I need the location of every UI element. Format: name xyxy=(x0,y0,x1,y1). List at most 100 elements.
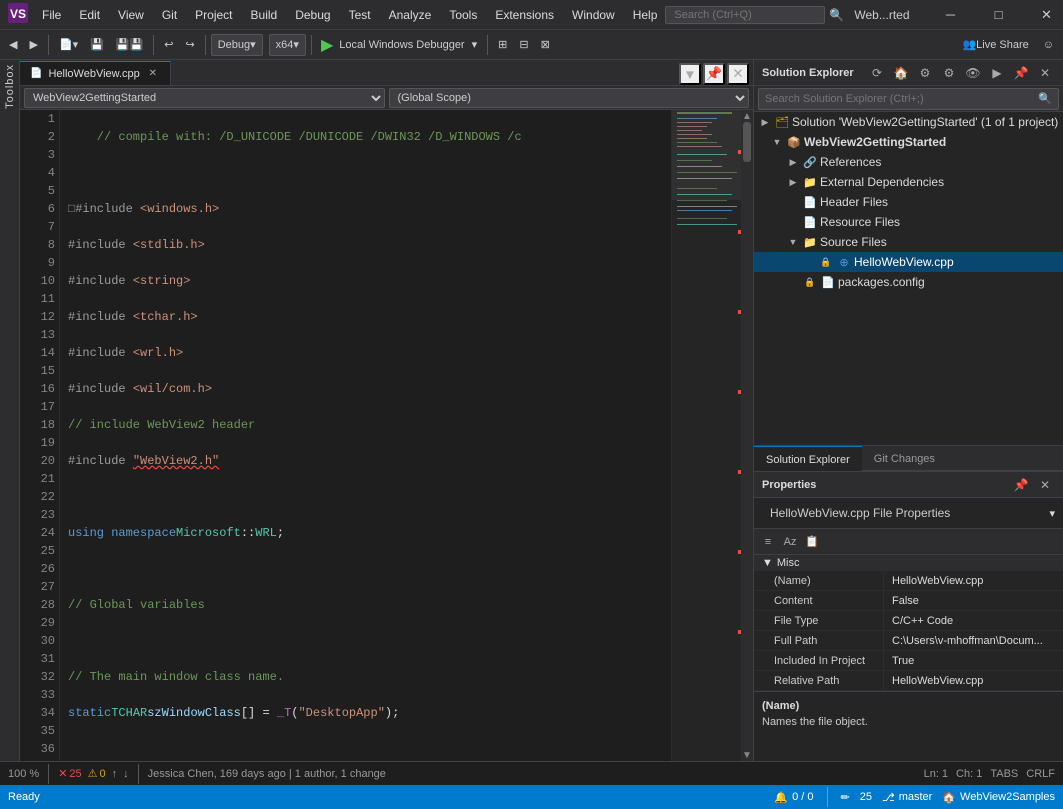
status-bar: Ready 🔔 0 / 0 ✏ 25 ⎇ master 🏠 WebView2Sa… xyxy=(0,785,1063,809)
tab-git-changes[interactable]: Git Changes xyxy=(862,446,947,472)
error-badge-status[interactable]: 25 xyxy=(860,791,872,803)
misc-label: Misc xyxy=(777,557,800,569)
scroll-thumb[interactable] xyxy=(743,122,751,162)
se-sync-button[interactable]: ⟳ xyxy=(867,63,887,83)
tree-arrow-source: ▼ xyxy=(786,235,800,249)
properties-panel: Properties 📌 ✕ HelloWebView.cpp File Pro… xyxy=(754,471,1063,761)
toolbox-panel[interactable]: Toolbox xyxy=(0,60,20,761)
warning-count[interactable]: ⚠ 0 xyxy=(88,767,106,780)
tab-pin-button[interactable]: 📌 xyxy=(703,63,725,85)
save-all-button[interactable]: 💾💾 xyxy=(111,33,148,57)
global-search-input[interactable] xyxy=(665,6,825,24)
menu-extensions[interactable]: Extensions xyxy=(487,6,562,24)
source-files-icon: 📁 xyxy=(802,234,818,250)
tab-solution-explorer[interactable]: Solution Explorer xyxy=(754,446,862,472)
live-share-button[interactable]: 👥 Live Share xyxy=(955,35,1035,54)
prop-close-button[interactable]: ✕ xyxy=(1035,475,1055,495)
menu-git[interactable]: Git xyxy=(154,6,185,24)
feedback-button[interactable]: ☺ xyxy=(1038,33,1059,57)
error-count[interactable]: ✕ 25 xyxy=(58,767,81,780)
maximize-button[interactable]: □ xyxy=(976,4,1022,26)
nav-up-btn[interactable]: ↑ xyxy=(112,768,118,780)
tree-packages-config[interactable]: 🔒 📄 packages.config xyxy=(754,272,1063,292)
solution-search-input[interactable] xyxy=(765,93,1034,105)
file-scope-dropdown[interactable]: WebView2GettingStarted xyxy=(24,88,385,108)
save-button[interactable]: 💾 xyxy=(85,33,109,57)
tree-header-files[interactable]: 📄 Header Files xyxy=(754,192,1063,212)
menu-build[interactable]: Build xyxy=(243,6,286,24)
indent-type[interactable]: TABS xyxy=(990,768,1018,780)
menu-debug[interactable]: Debug xyxy=(287,6,338,24)
nav-down-btn[interactable]: ↓ xyxy=(123,768,129,780)
project-name[interactable]: 🏠 WebView2Samples xyxy=(942,791,1055,804)
menu-help[interactable]: Help xyxy=(625,6,666,24)
vertical-scrollbar[interactable]: ▲ ▼ xyxy=(741,110,753,761)
se-settings-button[interactable]: ⚙ xyxy=(939,63,959,83)
prop-alpha-button[interactable]: Az xyxy=(780,532,800,552)
forward-button[interactable]: ▶ xyxy=(24,33,42,57)
se-filter-button[interactable]: ⚙ xyxy=(915,63,935,83)
tree-external-deps[interactable]: ▶ 📁 External Dependencies xyxy=(754,172,1063,192)
tab-close-button[interactable]: ✕ xyxy=(146,67,160,81)
redo-button[interactable]: ↪ xyxy=(180,33,199,57)
run-dropdown-button[interactable]: ▾ xyxy=(467,33,483,57)
prop-pages-button[interactable]: 📋 xyxy=(802,532,822,552)
menu-view[interactable]: View xyxy=(110,6,152,24)
menu-analyze[interactable]: Analyze xyxy=(381,6,440,24)
pin-button[interactable]: 📌 xyxy=(1011,63,1031,83)
minimize-button[interactable]: ─ xyxy=(928,4,974,26)
close-button[interactable]: ✕ xyxy=(1024,4,1063,26)
warning-icon: ⚠ xyxy=(88,767,98,780)
debug-control-1[interactable]: ⊞ xyxy=(493,33,512,57)
references-label: References xyxy=(820,155,881,169)
prop-val-filetype: C/C++ Code xyxy=(884,611,1063,630)
undo-button[interactable]: ↩ xyxy=(159,33,178,57)
editor-tab-hellowebview[interactable]: 📄 HelloWebView.cpp ✕ xyxy=(20,61,171,85)
scroll-up-button[interactable]: ▲ xyxy=(741,110,753,122)
platform-dropdown[interactable]: x64 ▾ xyxy=(269,34,306,56)
prop-categories-button[interactable]: ≡ xyxy=(758,532,778,552)
solution-tree[interactable]: ▶ 🗂 Solution 'WebView2GettingStarted' (1… xyxy=(754,112,1063,445)
member-scope-dropdown[interactable]: (Global Scope) xyxy=(389,88,750,108)
debug-config-dropdown[interactable]: Debug ▾ xyxy=(211,34,263,56)
se-view-button[interactable]: 👁 xyxy=(963,63,983,83)
run-label: Local Windows Debugger xyxy=(339,39,464,51)
menu-test[interactable]: Test xyxy=(341,6,379,24)
scroll-down-button[interactable]: ▼ xyxy=(741,749,753,761)
tab-list-button[interactable]: ▼ xyxy=(679,63,701,85)
line-ending[interactable]: CRLF xyxy=(1026,768,1055,780)
menu-window[interactable]: Window xyxy=(564,6,623,24)
scroll-track[interactable] xyxy=(741,122,753,749)
tree-solution[interactable]: ▶ 🗂 Solution 'WebView2GettingStarted' (1… xyxy=(754,112,1063,132)
se-menu-button[interactable]: ▶ xyxy=(987,63,1007,83)
back-button[interactable]: ◀ xyxy=(4,33,22,57)
menu-file[interactable]: File xyxy=(34,6,69,24)
debug-control-2[interactable]: ⊟ xyxy=(514,33,533,57)
project-label: WebView2GettingStarted xyxy=(804,135,946,149)
tree-resource-files[interactable]: 📄 Resource Files xyxy=(754,212,1063,232)
tree-source-files[interactable]: ▼ 📁 Source Files xyxy=(754,232,1063,252)
new-file-button[interactable]: 📄▾ xyxy=(54,33,83,57)
menu-tools[interactable]: Tools xyxy=(441,6,485,24)
source-files-label: Source Files xyxy=(820,235,887,249)
menu-edit[interactable]: Edit xyxy=(71,6,108,24)
code-minimap[interactable] xyxy=(671,110,741,761)
tree-project[interactable]: ▼ 📦 WebView2GettingStarted xyxy=(754,132,1063,152)
se-home-button[interactable]: 🏠 xyxy=(891,63,911,83)
prop-pin-button[interactable]: 📌 xyxy=(1011,475,1031,495)
tree-hellowebview-cpp[interactable]: 🔒 ⊕ HelloWebView.cpp xyxy=(754,252,1063,272)
tab-close-all-button[interactable]: ✕ xyxy=(727,63,749,85)
properties-file-title: HelloWebView.cpp File Properties xyxy=(762,502,958,524)
properties-dropdown[interactable]: ▾ xyxy=(1049,507,1055,520)
solution-search-bar: 🔍 xyxy=(754,86,1063,112)
se-close-button[interactable]: ✕ xyxy=(1035,63,1055,83)
solution-search-field[interactable]: 🔍 xyxy=(758,88,1059,110)
tree-references[interactable]: ▶ 🔗 References xyxy=(754,152,1063,172)
run-button[interactable]: ▶ xyxy=(317,35,337,55)
menu-project[interactable]: Project xyxy=(187,6,240,24)
debug-control-3[interactable]: ⊠ xyxy=(536,33,555,57)
zoom-level[interactable]: 100 % xyxy=(8,768,39,780)
notifications-status[interactable]: 🔔 0 / 0 xyxy=(774,791,813,804)
git-branch[interactable]: ⎇ master xyxy=(882,791,932,804)
code-content[interactable]: // compile with: /D_UNICODE /DUNICODE /D… xyxy=(60,110,671,761)
